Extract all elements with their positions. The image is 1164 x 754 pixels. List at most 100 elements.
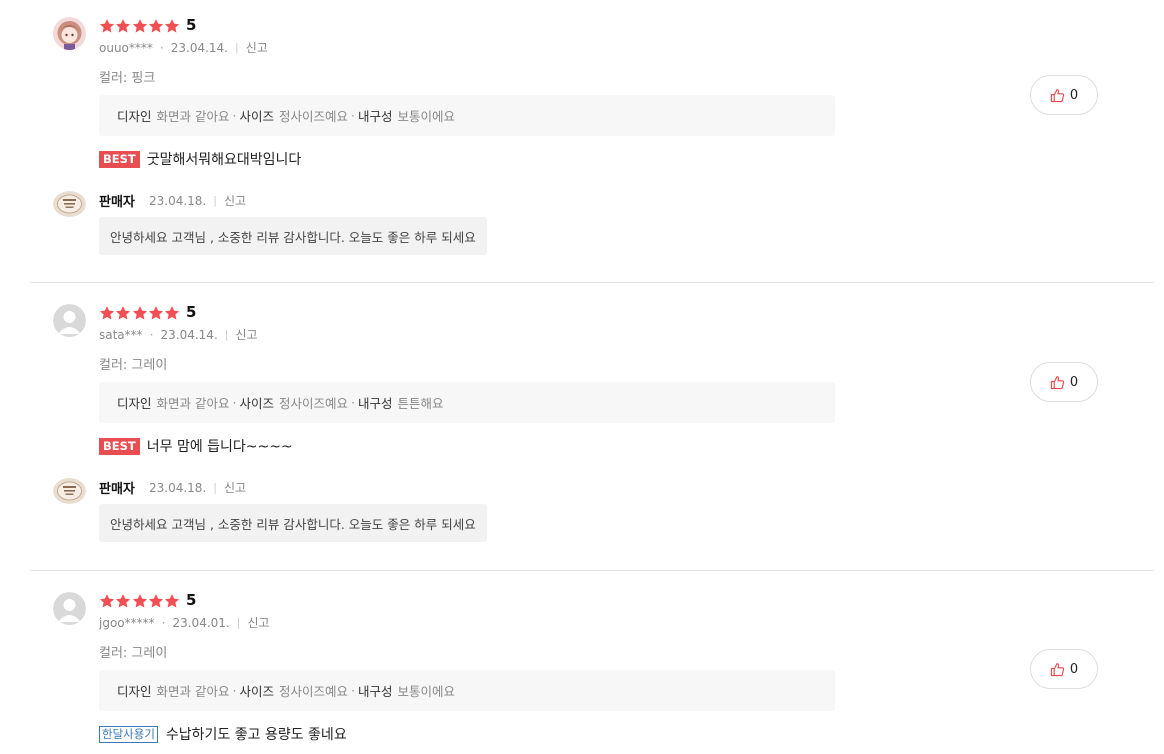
survey-question: 사이즈 bbox=[239, 396, 274, 411]
review-text: 너무 맘에 듭니다~~~~ bbox=[146, 439, 293, 455]
review-survey: 디자인 화면과 같아요 · 사이즈 정사이즈예요 · 내구성 보통이에요 bbox=[99, 670, 835, 711]
user-avatar bbox=[53, 304, 86, 337]
dot-separator: · bbox=[161, 615, 166, 630]
thumbs-up-icon bbox=[1050, 375, 1064, 389]
seller-name: 판매자 bbox=[99, 482, 135, 497]
seller-reply: 안녕하세요 고객님 , 소중한 리뷰 감사합니다. 오늘도 좋은 하루 되세요 bbox=[99, 217, 487, 255]
seller-name: 판매자 bbox=[99, 195, 135, 210]
rating-value: 5 bbox=[186, 303, 197, 321]
rating-value: 5 bbox=[186, 591, 197, 609]
like-button[interactable]: 0 bbox=[1030, 649, 1098, 689]
review-body: BEST 너무 맘에 듭니다~~~~ bbox=[99, 436, 293, 456]
report-link[interactable]: 신고 bbox=[224, 192, 246, 209]
star-rating bbox=[99, 304, 180, 322]
survey-question: 내구성 bbox=[358, 684, 393, 699]
review-survey: 디자인 화면과 같아요 · 사이즈 정사이즈예요 · 내구성 보통이에요 bbox=[99, 95, 835, 136]
survey-answer: 화면과 같아요 bbox=[156, 684, 230, 699]
best-badge: BEST bbox=[99, 437, 140, 455]
survey-answer: 화면과 같아요 bbox=[156, 396, 230, 411]
review-meta: jgoo***** · 23.04.01. | 신고 bbox=[99, 614, 270, 631]
review-date: 23.04.14. bbox=[160, 327, 218, 342]
purchase-option: 컬러: 핑크 bbox=[99, 71, 156, 86]
report-link[interactable]: 신고 bbox=[224, 479, 246, 496]
star-icon bbox=[116, 306, 131, 320]
user-id: ouuo**** bbox=[99, 40, 153, 55]
seller-meta: 23.04.18. | 신고 bbox=[149, 479, 246, 496]
review-date: 23.04.14. bbox=[170, 40, 228, 55]
like-count: 0 bbox=[1069, 87, 1079, 103]
seller-reply: 안녕하세요 고객님 , 소중한 리뷰 감사합니다. 오늘도 좋은 하루 되세요 bbox=[99, 504, 487, 542]
star-icon bbox=[99, 594, 115, 608]
purchase-option: 컬러: 그레이 bbox=[99, 646, 168, 661]
survey-answer: 정사이즈예요 bbox=[279, 396, 349, 411]
survey-question: 디자인 bbox=[117, 396, 152, 411]
pipe-separator: | bbox=[213, 481, 217, 494]
review-date: 23.04.01. bbox=[172, 615, 230, 630]
star-icon bbox=[132, 306, 147, 320]
survey-question: 사이즈 bbox=[239, 684, 274, 699]
report-link[interactable]: 신고 bbox=[235, 326, 257, 343]
review-survey: 디자인 화면과 같아요 · 사이즈 정사이즈예요 · 내구성 튼튼해요 bbox=[99, 382, 835, 423]
user-avatar bbox=[53, 17, 86, 50]
star-icon bbox=[148, 19, 163, 33]
month-use-badge: 한달사용기 bbox=[99, 725, 158, 743]
survey-question: 사이즈 bbox=[239, 109, 274, 124]
star-icon bbox=[148, 594, 163, 608]
review-text: 수납하기도 좋고 용량도 좋네요 bbox=[165, 727, 347, 743]
pipe-separator: | bbox=[213, 194, 217, 207]
seller-avatar bbox=[53, 478, 86, 504]
reply-date: 23.04.18. bbox=[149, 480, 207, 495]
pipe-separator: | bbox=[224, 328, 229, 341]
star-icon bbox=[165, 594, 180, 608]
star-icon bbox=[132, 594, 147, 608]
like-count: 0 bbox=[1069, 374, 1079, 390]
like-button[interactable]: 0 bbox=[1030, 75, 1098, 115]
survey-question: 디자인 bbox=[117, 684, 152, 699]
survey-question: 내구성 bbox=[358, 396, 393, 411]
survey-question: 내구성 bbox=[358, 109, 393, 124]
review-text: 굿말해서뭐해요대박임니다 bbox=[146, 152, 302, 168]
review-meta: sata*** · 23.04.14. | 신고 bbox=[99, 326, 258, 343]
survey-answer: 보통이에요 bbox=[397, 109, 456, 124]
purchase-option: 컬러: 그레이 bbox=[99, 358, 168, 373]
star-icon bbox=[116, 594, 131, 608]
like-count: 0 bbox=[1069, 661, 1079, 677]
star-icon bbox=[148, 306, 163, 320]
star-rating bbox=[99, 592, 180, 610]
reply-date: 23.04.18. bbox=[149, 193, 207, 208]
user-id: sata*** bbox=[99, 327, 143, 342]
star-icon bbox=[132, 19, 147, 33]
report-link[interactable]: 신고 bbox=[246, 39, 268, 56]
best-badge: BEST bbox=[99, 150, 140, 168]
survey-answer: 튼튼해요 bbox=[397, 396, 444, 411]
seller-meta: 23.04.18. | 신고 bbox=[149, 192, 246, 209]
thumbs-up-icon bbox=[1050, 88, 1064, 102]
star-icon bbox=[99, 306, 115, 320]
thumbs-up-icon bbox=[1050, 662, 1064, 676]
star-rating bbox=[99, 17, 180, 35]
survey-answer: 화면과 같아요 bbox=[156, 109, 230, 124]
review-divider bbox=[30, 570, 1154, 571]
star-icon bbox=[165, 306, 180, 320]
dot-separator: · bbox=[149, 327, 154, 342]
review-meta: ouuo**** · 23.04.14. | 신고 bbox=[99, 39, 268, 56]
user-id: jgoo***** bbox=[99, 615, 155, 630]
seller-avatar bbox=[53, 191, 86, 217]
rating-value: 5 bbox=[186, 16, 197, 34]
pipe-separator: | bbox=[236, 616, 241, 629]
star-icon bbox=[99, 19, 115, 33]
survey-answer: 정사이즈예요 bbox=[279, 109, 349, 124]
review-divider bbox=[30, 282, 1154, 283]
survey-answer: 정사이즈예요 bbox=[279, 684, 349, 699]
survey-question: 디자인 bbox=[117, 109, 152, 124]
user-avatar bbox=[53, 592, 86, 625]
pipe-separator: | bbox=[235, 41, 239, 54]
dot-separator: · bbox=[159, 40, 164, 55]
report-link[interactable]: 신고 bbox=[247, 614, 269, 631]
star-icon bbox=[165, 19, 180, 33]
survey-answer: 보통이에요 bbox=[397, 684, 456, 699]
review-body: 한달사용기 수납하기도 좋고 용량도 좋네요 bbox=[99, 724, 347, 744]
like-button[interactable]: 0 bbox=[1030, 362, 1098, 402]
review-body: BEST 굿말해서뭐해요대박임니다 bbox=[99, 149, 301, 169]
star-icon bbox=[116, 19, 131, 33]
